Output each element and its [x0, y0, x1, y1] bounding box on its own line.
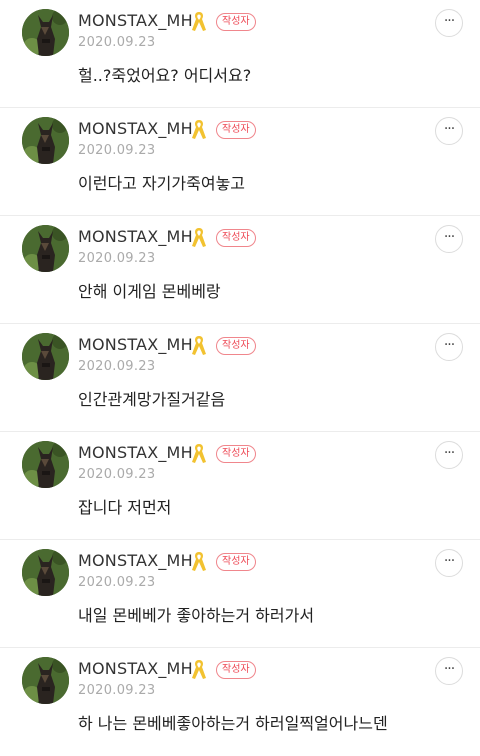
avatar[interactable]: [22, 441, 69, 488]
more-options-icon: ···: [443, 120, 455, 137]
yellow-ribbon-icon: [191, 658, 207, 680]
more-options-button[interactable]: ···: [435, 225, 463, 253]
avatar[interactable]: [22, 333, 69, 380]
comment-text: 헐..?죽었어요? 어디서요?: [78, 66, 252, 85]
yellow-ribbon-icon: [191, 334, 207, 356]
comment-item: MONSTAX_MH 작성자 2020.09.23 잡니다 저먼저 ···: [0, 432, 480, 540]
comment-text: 인간관계망가질거같음: [78, 390, 226, 409]
avatar[interactable]: [22, 9, 69, 56]
more-options-icon: ···: [443, 444, 455, 461]
author-badge: 작성자: [216, 337, 256, 355]
comment-author[interactable]: MONSTAX_MH: [78, 11, 193, 30]
comment-date: 2020.09.23: [78, 143, 156, 158]
comment-item: MONSTAX_MH 작성자 2020.09.23 인간관계망가질거같음 ···: [0, 324, 480, 432]
comment-text: 하 나는 몬베베좋아하는거 하러일찍얼어나느덴: [78, 714, 388, 733]
author-badge: 작성자: [216, 229, 256, 247]
avatar[interactable]: [22, 549, 69, 596]
more-options-button[interactable]: ···: [435, 333, 463, 361]
more-options-button[interactable]: ···: [435, 441, 463, 469]
more-options-button[interactable]: ···: [435, 657, 463, 685]
author-badge: 작성자: [216, 661, 256, 679]
more-options-button[interactable]: ···: [435, 117, 463, 145]
more-options-button[interactable]: ···: [435, 9, 463, 37]
comment-author[interactable]: MONSTAX_MH: [78, 119, 193, 138]
comment-author[interactable]: MONSTAX_MH: [78, 335, 193, 354]
comment-author[interactable]: MONSTAX_MH: [78, 551, 193, 570]
comment-author[interactable]: MONSTAX_MH: [78, 443, 193, 462]
comment-date: 2020.09.23: [78, 575, 156, 590]
comment-item: MONSTAX_MH 작성자 2020.09.23 헐..?죽었어요? 어디서요…: [0, 0, 480, 108]
comment-date: 2020.09.23: [78, 359, 156, 374]
yellow-ribbon-icon: [191, 226, 207, 248]
author-badge: 작성자: [216, 445, 256, 463]
comment-list: MONSTAX_MH 작성자 2020.09.23 헐..?죽었어요? 어디서요…: [0, 0, 480, 756]
comment-author[interactable]: MONSTAX_MH: [78, 227, 193, 246]
comment-date: 2020.09.23: [78, 35, 156, 50]
avatar[interactable]: [22, 657, 69, 704]
more-options-icon: ···: [443, 228, 455, 245]
comment-text: 잡니다 저먼저: [78, 498, 172, 517]
more-options-icon: ···: [443, 12, 455, 29]
author-badge: 작성자: [216, 13, 256, 31]
author-badge: 작성자: [216, 121, 256, 139]
comment-item: MONSTAX_MH 작성자 2020.09.23 하 나는 몬베베좋아하는거 …: [0, 648, 480, 756]
comment-date: 2020.09.23: [78, 683, 156, 698]
yellow-ribbon-icon: [191, 10, 207, 32]
more-options-button[interactable]: ···: [435, 549, 463, 577]
yellow-ribbon-icon: [191, 442, 207, 464]
more-options-icon: ···: [443, 660, 455, 677]
comment-text: 내일 몬베베가 좋아하는거 하러가서: [78, 606, 315, 625]
comment-date: 2020.09.23: [78, 467, 156, 482]
avatar[interactable]: [22, 117, 69, 164]
comment-item: MONSTAX_MH 작성자 2020.09.23 내일 몬베베가 좋아하는거 …: [0, 540, 480, 648]
comment-item: MONSTAX_MH 작성자 2020.09.23 안해 이게임 몬베베랑 ··…: [0, 216, 480, 324]
more-options-icon: ···: [443, 552, 455, 569]
comment-date: 2020.09.23: [78, 251, 156, 266]
comment-text: 안해 이게임 몬베베랑: [78, 282, 221, 301]
yellow-ribbon-icon: [191, 550, 207, 572]
more-options-icon: ···: [443, 336, 455, 353]
comment-text: 이런다고 자기가죽여놓고: [78, 174, 246, 193]
author-badge: 작성자: [216, 553, 256, 571]
yellow-ribbon-icon: [191, 118, 207, 140]
comment-item: MONSTAX_MH 작성자 2020.09.23 이런다고 자기가죽여놓고 ·…: [0, 108, 480, 216]
comment-author[interactable]: MONSTAX_MH: [78, 659, 193, 678]
avatar[interactable]: [22, 225, 69, 272]
